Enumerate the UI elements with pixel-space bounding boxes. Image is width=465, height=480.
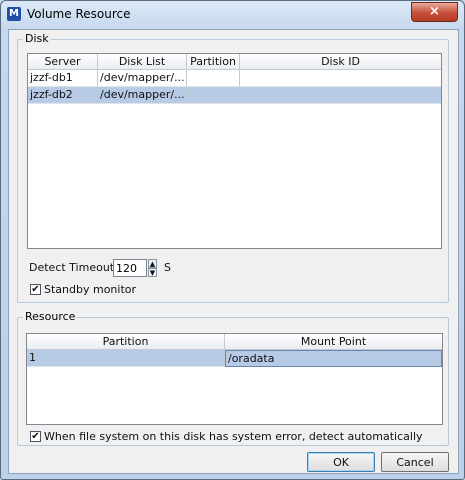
cell-disk-list: /dev/mapper/... (98, 87, 187, 104)
app-icon: M (7, 7, 21, 21)
disk-group-label: Disk (23, 32, 51, 45)
resource-group-label: Resource (23, 310, 78, 323)
title-bar[interactable]: M Volume Resource × (1, 1, 464, 28)
cell-server: jzzf-db2 (28, 87, 98, 104)
table-row[interactable]: jzzf-db2 /dev/mapper/... (28, 87, 441, 104)
cell-server: jzzf-db1 (28, 70, 98, 87)
dialog-body: Disk Server Disk List Partition Disk ID … (8, 29, 459, 474)
table-row[interactable]: 1 /oradata (27, 350, 442, 367)
column-header-partition[interactable]: Partition (27, 334, 225, 349)
table-row[interactable]: jzzf-db1 /dev/mapper/... (28, 70, 441, 87)
column-header-partition[interactable]: Partition (187, 54, 240, 69)
detect-timeout-unit: S (164, 261, 171, 274)
window-title: Volume Resource (27, 7, 131, 21)
cell-disk-id (240, 70, 441, 87)
detect-timeout-stepper[interactable]: ▲ ▼ (148, 259, 158, 277)
column-header-mount-point[interactable]: Mount Point (225, 334, 442, 349)
resource-table[interactable]: Partition Mount Point 1 /oradata (26, 333, 443, 425)
cell-partition[interactable] (187, 70, 240, 87)
volume-resource-dialog: M Volume Resource × Disk Server Disk Lis… (0, 0, 465, 480)
disk-group: Disk Server Disk List Partition Disk ID … (17, 32, 449, 303)
ok-button[interactable]: OK (307, 452, 375, 472)
cell-partition[interactable] (187, 87, 240, 104)
cell-disk-id (240, 87, 441, 104)
column-header-server[interactable]: Server (28, 54, 98, 69)
detect-timeout-label: Detect Timeout (29, 261, 115, 274)
column-header-disk-list[interactable]: Disk List (98, 54, 187, 69)
standby-monitor-label[interactable]: Standby monitor (44, 283, 136, 296)
auto-detect-label[interactable]: When file system on this disk has system… (44, 430, 423, 443)
column-header-disk-id[interactable]: Disk ID (240, 54, 441, 69)
standby-monitor-checkbox[interactable]: ✔ (30, 284, 41, 295)
cancel-button[interactable]: Cancel (381, 452, 449, 472)
disk-table-header: Server Disk List Partition Disk ID (28, 54, 441, 70)
close-button[interactable]: × (411, 2, 458, 22)
detect-timeout-input[interactable] (113, 259, 147, 277)
stepper-down-icon[interactable]: ▼ (148, 268, 157, 277)
stepper-up-icon[interactable]: ▲ (148, 259, 157, 268)
cell-disk-list: /dev/mapper/... (98, 70, 187, 87)
cell-partition: 1 (27, 350, 225, 367)
auto-detect-checkbox[interactable]: ✔ (30, 431, 41, 442)
cell-mount-point[interactable]: /oradata (225, 350, 442, 367)
resource-table-header: Partition Mount Point (27, 334, 442, 350)
resource-group: Resource Partition Mount Point 1 /oradat… (17, 310, 449, 446)
disk-table[interactable]: Server Disk List Partition Disk ID jzzf-… (27, 53, 442, 249)
